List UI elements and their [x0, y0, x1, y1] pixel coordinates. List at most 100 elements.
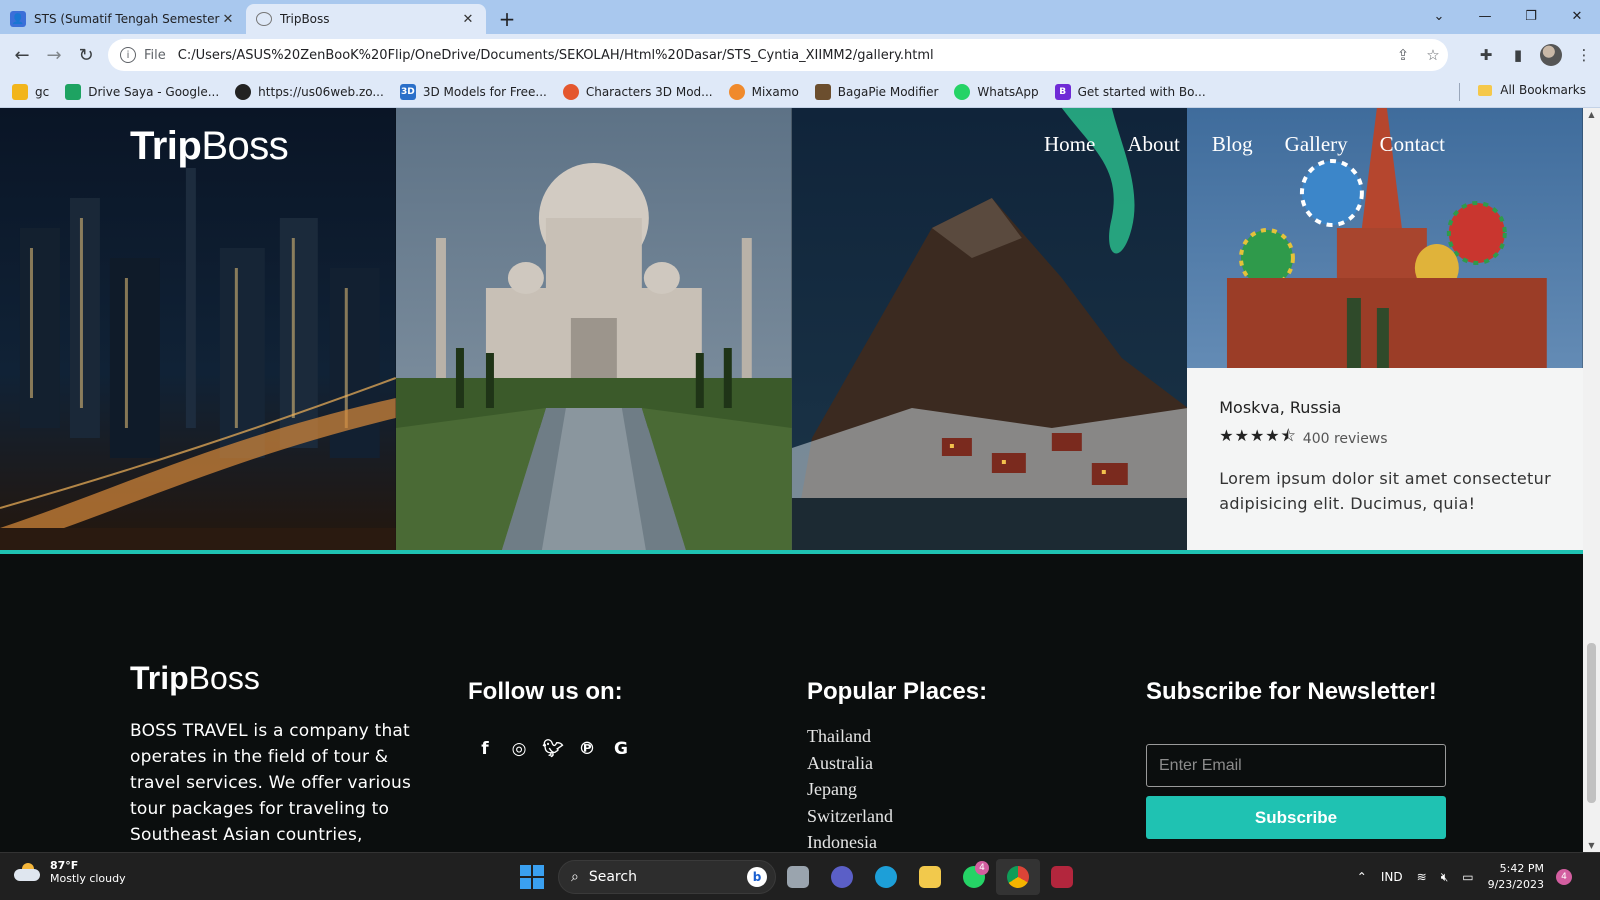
windows-taskbar: 87°F Mostly cloudy ⌕ Search b 4 ⌃ IND ≋ …	[0, 852, 1600, 900]
gallery-image-taj-mahal[interactable]	[395, 108, 792, 550]
chrome-icon[interactable]	[996, 859, 1040, 895]
nav-contact[interactable]: Contact	[1380, 132, 1445, 157]
battery-icon[interactable]: ▭	[1462, 870, 1473, 884]
newsletter-email-input[interactable]	[1146, 744, 1446, 787]
bing-icon[interactable]: b	[747, 867, 767, 887]
bookmark-item[interactable]: Drive Saya - Google...	[65, 83, 219, 100]
start-icon[interactable]	[520, 865, 544, 889]
bookmark-item[interactable]: Characters 3D Mod...	[562, 83, 713, 100]
bookmark-item[interactable]: 3D 3D Models for Free...	[399, 83, 547, 100]
side-panel-icon[interactable]: ▮	[1502, 46, 1534, 64]
scroll-up-icon[interactable]: ▲	[1583, 110, 1600, 119]
bookmark-item[interactable]: WhatsApp	[954, 83, 1039, 100]
popular-places-list: Thailand Australia Jepang Switzerland In…	[807, 726, 893, 852]
volume-muted-icon[interactable]: 🔇︎	[1441, 870, 1449, 885]
forward-icon[interactable]: →	[38, 39, 70, 71]
place-link[interactable]: Thailand	[807, 726, 893, 753]
language-indicator[interactable]: IND	[1381, 870, 1403, 884]
google-plus-icon[interactable]: G	[604, 738, 638, 760]
site-logo[interactable]: TripBoss	[130, 124, 289, 169]
instagram-icon[interactable]: ◎	[502, 738, 536, 760]
reload-icon[interactable]: ↻	[70, 39, 102, 71]
pinterest-icon[interactable]: ℗	[570, 738, 604, 760]
nav-blog[interactable]: Blog	[1212, 132, 1253, 157]
bookmark-label: Get started with Bo...	[1077, 84, 1206, 99]
new-tab-button[interactable]: +	[490, 4, 524, 34]
extensions-icon[interactable]: ✚	[1470, 46, 1502, 64]
facebook-icon[interactable]: f	[468, 738, 502, 760]
scroll-down-icon[interactable]: ▼	[1583, 841, 1600, 850]
nav-home[interactable]: Home	[1044, 132, 1095, 157]
gallery-grid: Moskva, Russia ★★★★⯪ 400 reviews Lorem i…	[0, 108, 1583, 550]
bookmark-item[interactable]: BagaPie Modifier	[814, 83, 939, 100]
aurora-mountain-image	[791, 108, 1188, 550]
close-tab-icon[interactable]: ✕	[460, 12, 476, 27]
nav-gallery[interactable]: Gallery	[1285, 132, 1348, 157]
footer-logo[interactable]: TripBoss	[130, 660, 260, 697]
bookmarks-bar: gc Drive Saya - Google... https://us06we…	[0, 76, 1600, 108]
subscribe-button[interactable]: Subscribe	[1146, 796, 1446, 839]
info-icon[interactable]: i	[120, 47, 136, 63]
chevron-up-icon[interactable]: ⌃	[1357, 870, 1367, 884]
address-bar[interactable]: i File C:/Users/ASUS%20ZenBooK%20Flip/On…	[108, 39, 1448, 71]
tab-search-icon[interactable]: ⌄	[1416, 0, 1462, 32]
place-description: Lorem ipsum dolor sit amet consectetur a…	[1219, 469, 1551, 513]
bookmark-item[interactable]: https://us06web.zo...	[235, 83, 384, 100]
place-link[interactable]: Indonesia	[807, 832, 893, 852]
place-link[interactable]: Australia	[807, 753, 893, 780]
bookmarks-divider	[1459, 83, 1460, 101]
place-link[interactable]: Switzerland	[807, 806, 893, 833]
tab-sts[interactable]: 👤 STS (Sumatif Tengah Semester) C ✕	[0, 4, 246, 34]
bookmark-item[interactable]: B Get started with Bo...	[1054, 83, 1206, 100]
menu-icon[interactable]: ⋮	[1568, 46, 1600, 64]
restore-icon[interactable]: ❐	[1508, 0, 1554, 32]
close-tab-icon[interactable]: ✕	[220, 12, 236, 27]
task-view-icon[interactable]	[776, 859, 820, 895]
main-nav: Home About Blog Gallery Contact	[1044, 132, 1477, 157]
winrar-icon[interactable]	[1040, 859, 1084, 895]
temperature: 87°F	[50, 859, 79, 872]
twitter-icon[interactable]: 🐦︎	[536, 738, 570, 760]
classroom-icon	[12, 83, 28, 100]
close-window-icon[interactable]: ✕	[1554, 0, 1600, 32]
taskbar-search[interactable]: ⌕ Search b	[558, 860, 776, 894]
nav-about[interactable]: About	[1127, 132, 1180, 157]
gallery-image-aurora[interactable]	[791, 108, 1188, 550]
clock-time: 5:42 PM	[1499, 862, 1544, 875]
back-icon[interactable]: ←	[6, 39, 38, 71]
edge-icon[interactable]	[864, 859, 908, 895]
google-drive-icon	[65, 83, 82, 100]
gallery-image-dubai[interactable]	[0, 108, 396, 550]
newsletter-heading: Subscribe for Newsletter!	[1146, 678, 1437, 705]
bookmark-label: BagaPie Modifier	[837, 84, 939, 99]
weather-widget[interactable]: 87°F Mostly cloudy	[14, 859, 126, 885]
gallery-image-moscow[interactable]: Moskva, Russia ★★★★⯪ 400 reviews Lorem i…	[1187, 108, 1583, 550]
url-scheme: File	[144, 47, 166, 63]
tab-tripboss[interactable]: TripBoss ✕	[246, 4, 486, 34]
bookmark-label: Mixamo	[751, 84, 799, 99]
url-text[interactable]: C:/Users/ASUS%20ZenBooK%20Flip/OneDrive/…	[178, 48, 1388, 63]
page-scrollbar[interactable]: ▲ ▼	[1583, 108, 1600, 852]
share-icon[interactable]: ⇪	[1388, 46, 1418, 64]
bookmark-item[interactable]: Mixamo	[728, 83, 799, 100]
logo-light: Boss	[201, 124, 289, 168]
bookmark-item[interactable]: gc	[12, 83, 49, 100]
all-bookmarks-button[interactable]: All Bookmarks	[1478, 83, 1586, 97]
tab-title: TripBoss	[280, 12, 330, 26]
profile-avatar[interactable]	[1540, 44, 1562, 66]
scrollbar-thumb[interactable]	[1587, 643, 1596, 803]
place-name: Moskva, Russia	[1219, 398, 1342, 417]
whatsapp-taskbar-icon[interactable]: 4	[952, 859, 996, 895]
notification-badge[interactable]: 4	[1556, 869, 1572, 885]
mixamo-icon	[728, 83, 745, 100]
minimize-icon[interactable]: —	[1462, 0, 1508, 32]
bagapie-icon	[814, 83, 831, 100]
wifi-icon[interactable]: ≋	[1417, 870, 1427, 884]
file-explorer-icon[interactable]	[908, 859, 952, 895]
teams-chat-icon[interactable]	[820, 859, 864, 895]
logo-bold: Trip	[130, 124, 202, 168]
clock[interactable]: 5:42 PM 9/23/2023	[1488, 861, 1544, 893]
bookmark-star-icon[interactable]: ☆	[1418, 46, 1448, 64]
place-link[interactable]: Jepang	[807, 779, 893, 806]
footer-logo-bold: Trip	[130, 660, 189, 696]
